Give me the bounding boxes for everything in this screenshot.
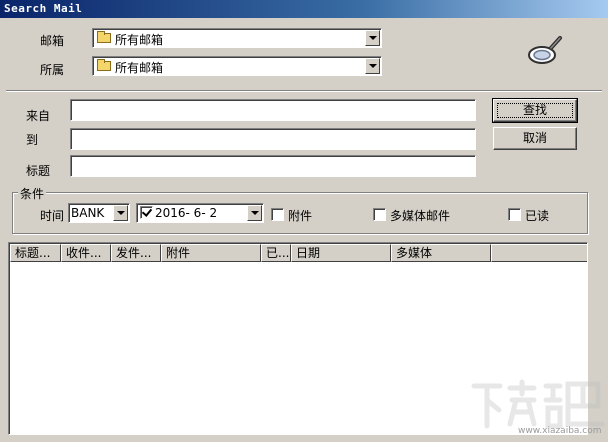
from-input[interactable]	[70, 99, 476, 121]
time-select[interactable]: BANK	[68, 203, 130, 223]
time-dropdown-arrow[interactable]	[113, 205, 128, 221]
column-header-sender[interactable]: 发件...	[111, 244, 161, 262]
column-header-read[interactable]: 已...	[261, 244, 291, 262]
mailbox-select-value: 所有邮箱	[115, 33, 164, 47]
mailbox-dropdown-arrow[interactable]	[365, 30, 380, 46]
date-dropdown-arrow[interactable]	[247, 205, 262, 221]
subject-label: 标题	[26, 164, 51, 178]
column-header-extra[interactable]	[491, 244, 587, 262]
date-enable-checkbox[interactable]	[140, 206, 153, 219]
search-button[interactable]: 查找	[492, 98, 578, 123]
search-mail-window: Search Mail 邮箱 所有邮箱 所属 所有邮箱 来自 到 标题 查找 取…	[0, 0, 608, 442]
subject-input[interactable]	[70, 155, 476, 177]
cancel-button[interactable]: 取消	[493, 127, 577, 150]
separator	[6, 90, 602, 92]
belongs-select-value: 所有邮箱	[115, 61, 164, 75]
to-input[interactable]	[70, 128, 476, 150]
time-select-value: BANK	[71, 206, 105, 220]
column-header-attachment[interactable]: 附件	[161, 244, 261, 262]
to-label: 到	[26, 133, 39, 147]
watermark-text: www.xiazaiba.com	[518, 426, 602, 436]
folder-icon	[97, 59, 111, 71]
attachment-checkbox[interactable]	[271, 208, 284, 221]
window-title: Search Mail	[4, 2, 83, 15]
conditions-group-label: 条件	[18, 185, 47, 202]
folder-icon	[97, 31, 111, 43]
title-bar[interactable]: Search Mail	[0, 0, 608, 18]
multimedia-checkbox[interactable]	[373, 208, 386, 221]
mailbox-label: 邮箱	[40, 34, 65, 48]
date-picker[interactable]: 2016- 6- 2	[136, 203, 264, 223]
multimedia-checkbox-label: 多媒体邮件	[390, 209, 451, 223]
magnifier-icon	[528, 36, 562, 64]
from-label: 来自	[26, 109, 51, 123]
time-label: 时间	[40, 209, 65, 223]
focus-rect	[497, 103, 573, 118]
belongs-label: 所属	[40, 63, 65, 77]
column-header-multimedia[interactable]: 多媒体	[391, 244, 491, 262]
read-checkbox[interactable]	[508, 208, 521, 221]
column-header-date[interactable]: 日期	[291, 244, 391, 262]
read-checkbox-label: 已读	[525, 209, 550, 223]
results-list-header: 标题... 收件... 发件... 附件 已... 日期 多媒体	[10, 244, 587, 262]
mailbox-select[interactable]: 所有邮箱	[92, 28, 382, 48]
date-picker-value: 2016- 6- 2	[155, 206, 218, 220]
attachment-checkbox-label: 附件	[288, 209, 313, 223]
column-header-subject[interactable]: 标题...	[10, 244, 61, 262]
column-header-recipient[interactable]: 收件...	[61, 244, 111, 262]
belongs-dropdown-arrow[interactable]	[365, 58, 380, 74]
cancel-button-label: 取消	[522, 131, 547, 145]
belongs-select[interactable]: 所有邮箱	[92, 56, 382, 76]
